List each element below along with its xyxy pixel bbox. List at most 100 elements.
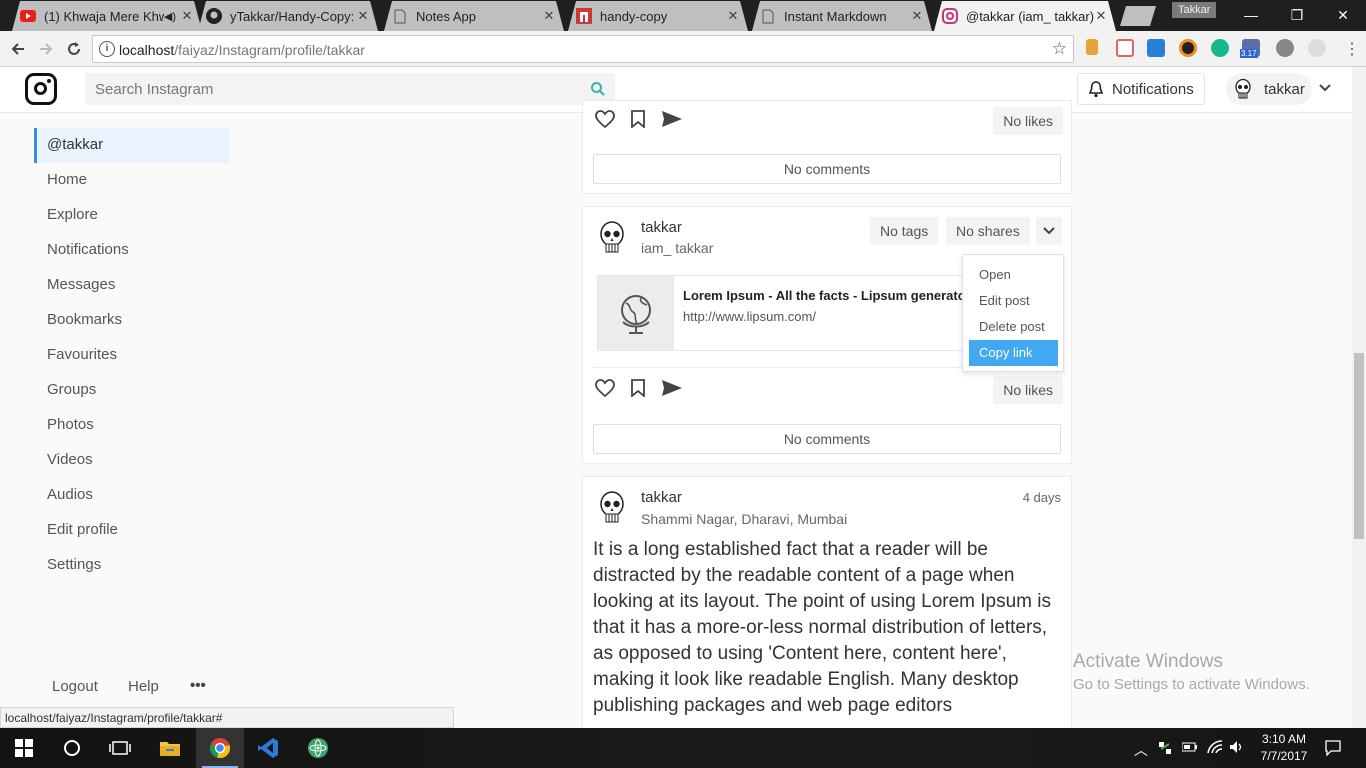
taskbar-clock[interactable]: 3:10 AM 7/7/2017 [1252, 731, 1316, 765]
search-icon[interactable] [590, 81, 606, 97]
browser-tab[interactable]: (1) Khwaja Mere Khwaja ◀) ✕ [12, 1, 202, 31]
vscode-icon[interactable] [244, 728, 292, 768]
comments-button[interactable]: No comments [593, 424, 1061, 454]
tray-expand-icon[interactable]: ︿ [1134, 740, 1148, 760]
sidebar-item-audios[interactable]: Audios [34, 478, 230, 513]
sidebar-item-explore[interactable]: Explore [34, 198, 230, 233]
sidebar-item-messages[interactable]: Messages [34, 268, 230, 303]
heart-icon[interactable] [595, 379, 615, 397]
search-input[interactable] [85, 73, 615, 105]
avatar[interactable] [597, 491, 627, 525]
more-options-icon[interactable]: ••• [190, 677, 206, 694]
browser-tab[interactable]: handy-copy ✕ [568, 1, 748, 31]
instagram-logo-icon[interactable] [25, 73, 57, 105]
browser-profile-chip[interactable]: Takkar [1172, 2, 1217, 18]
atom-icon[interactable] [294, 728, 342, 768]
comments-button[interactable]: No comments [593, 154, 1061, 184]
sidebar-item-photos[interactable]: Photos [34, 408, 230, 443]
close-tab-icon[interactable]: ✕ [542, 8, 556, 24]
browser-tab-active[interactable]: @takkar (iam_ takkar) · ✕ [934, 1, 1116, 31]
post-location[interactable]: Shammi Nagar, Dharavi, Mumbai [641, 511, 847, 527]
chrome-taskbar-icon[interactable] [196, 728, 244, 768]
shares-button[interactable]: No shares [946, 217, 1030, 245]
sidebar-item-edit-profile[interactable]: Edit profile [34, 513, 230, 548]
new-tab-button[interactable] [1120, 6, 1156, 26]
menu-item-copy-link[interactable]: Copy link [969, 340, 1058, 366]
file-explorer-icon[interactable] [146, 728, 194, 768]
menu-item-edit-post[interactable]: Edit post [969, 288, 1058, 314]
sidebar-item-settings[interactable]: Settings [34, 548, 230, 583]
close-tab-icon[interactable]: ✕ [726, 8, 740, 24]
scrollbar-thumb[interactable] [1354, 353, 1364, 539]
tab-title: Notes App [416, 8, 476, 24]
sidebar-item-groups[interactable]: Groups [34, 373, 230, 408]
bell-icon [1088, 81, 1104, 98]
post-actions: No likes [593, 375, 1063, 405]
sidebar-item-bookmarks[interactable]: Bookmarks [34, 303, 230, 338]
help-link[interactable]: Help [128, 678, 159, 695]
info-icon[interactable]: i [99, 41, 115, 57]
battery-icon[interactable] [1181, 740, 1198, 756]
logout-link[interactable]: Logout [52, 678, 98, 695]
likes-count[interactable]: No likes [993, 376, 1063, 404]
post-options-button[interactable] [1036, 217, 1062, 245]
sidebar-item-favourites[interactable]: Favourites [34, 338, 230, 373]
gear-extension-icon[interactable] [1276, 39, 1294, 57]
close-window-icon[interactable]: ✕ [1320, 0, 1366, 30]
extension-icon[interactable] [1211, 39, 1229, 57]
close-tab-icon[interactable]: ✕ [356, 8, 370, 24]
volume-icon[interactable] [1229, 740, 1245, 757]
chevron-down-icon[interactable] [1318, 81, 1332, 95]
post-actions: No likes [593, 106, 1063, 136]
post-user-handle: iam_ takkar [641, 240, 714, 256]
user-menu-button[interactable]: takkar [1226, 73, 1312, 105]
browser-tab[interactable]: Instant Markdown ✕ [752, 1, 932, 31]
share-send-icon[interactable] [661, 379, 683, 397]
browser-tab[interactable]: Notes App ✕ [384, 1, 564, 31]
post-username[interactable]: takkar [641, 489, 682, 506]
heart-icon[interactable] [595, 110, 615, 128]
post-username[interactable]: takkar [641, 219, 682, 236]
reload-icon[interactable] [62, 37, 86, 61]
tags-button[interactable]: No tags [870, 217, 939, 245]
browser-tab[interactable]: yTakkar/Handy-Copy: A ✕ [198, 1, 378, 31]
back-icon[interactable] [6, 37, 30, 61]
address-bar[interactable]: i localhost/faiyaz/Instagram/profile/tak… [92, 35, 1074, 63]
notifications-button[interactable]: Notifications [1077, 73, 1205, 105]
task-view-icon[interactable] [96, 728, 144, 768]
share-send-icon[interactable] [661, 110, 683, 128]
close-tab-icon[interactable]: ✕ [1094, 8, 1108, 24]
close-tab-icon[interactable]: ✕ [180, 8, 194, 24]
link-url[interactable]: http://www.lipsum.com/ [683, 309, 816, 324]
extension-icon[interactable] [1179, 39, 1197, 57]
menu-item-delete-post[interactable]: Delete post [969, 314, 1058, 340]
sidebar-item-notifications[interactable]: Notifications [34, 233, 230, 268]
extension-icon[interactable] [1086, 39, 1098, 55]
likes-count[interactable]: No likes [993, 107, 1063, 135]
download-extension-icon[interactable] [1147, 39, 1165, 57]
extension-icon[interactable] [1116, 39, 1134, 57]
bookmark-icon[interactable] [631, 110, 645, 128]
page-scrollbar[interactable] [1352, 67, 1366, 728]
extension-badge-icon[interactable]: 3.17 [1240, 39, 1260, 58]
extension-icon[interactable] [1308, 39, 1326, 57]
wifi-icon[interactable] [1207, 740, 1223, 757]
address-url: localhost/faiyaz/Instagram/profile/takka… [119, 42, 365, 58]
chrome-menu-icon[interactable]: ⋮ [1340, 37, 1364, 61]
sidebar-item-profile[interactable]: @takkar [34, 128, 230, 163]
cortana-search-icon[interactable] [48, 728, 96, 768]
restore-icon[interactable]: ❐ [1274, 0, 1320, 30]
bookmark-icon[interactable] [631, 379, 645, 397]
forward-icon[interactable] [34, 37, 58, 61]
close-tab-icon[interactable]: ✕ [910, 8, 924, 24]
sidebar-item-home[interactable]: Home [34, 163, 230, 198]
windows-start-icon[interactable] [0, 728, 48, 768]
clock-time: 3:10 AM [1261, 732, 1307, 746]
network-tray-icon[interactable] [1157, 740, 1173, 759]
sidebar-item-videos[interactable]: Videos [34, 443, 230, 478]
avatar[interactable] [597, 221, 627, 255]
action-center-icon[interactable] [1325, 740, 1341, 759]
menu-item-open[interactable]: Open [969, 262, 1058, 288]
minimize-icon[interactable]: — [1228, 0, 1274, 30]
bookmark-star-icon[interactable]: ☆ [1052, 39, 1067, 59]
